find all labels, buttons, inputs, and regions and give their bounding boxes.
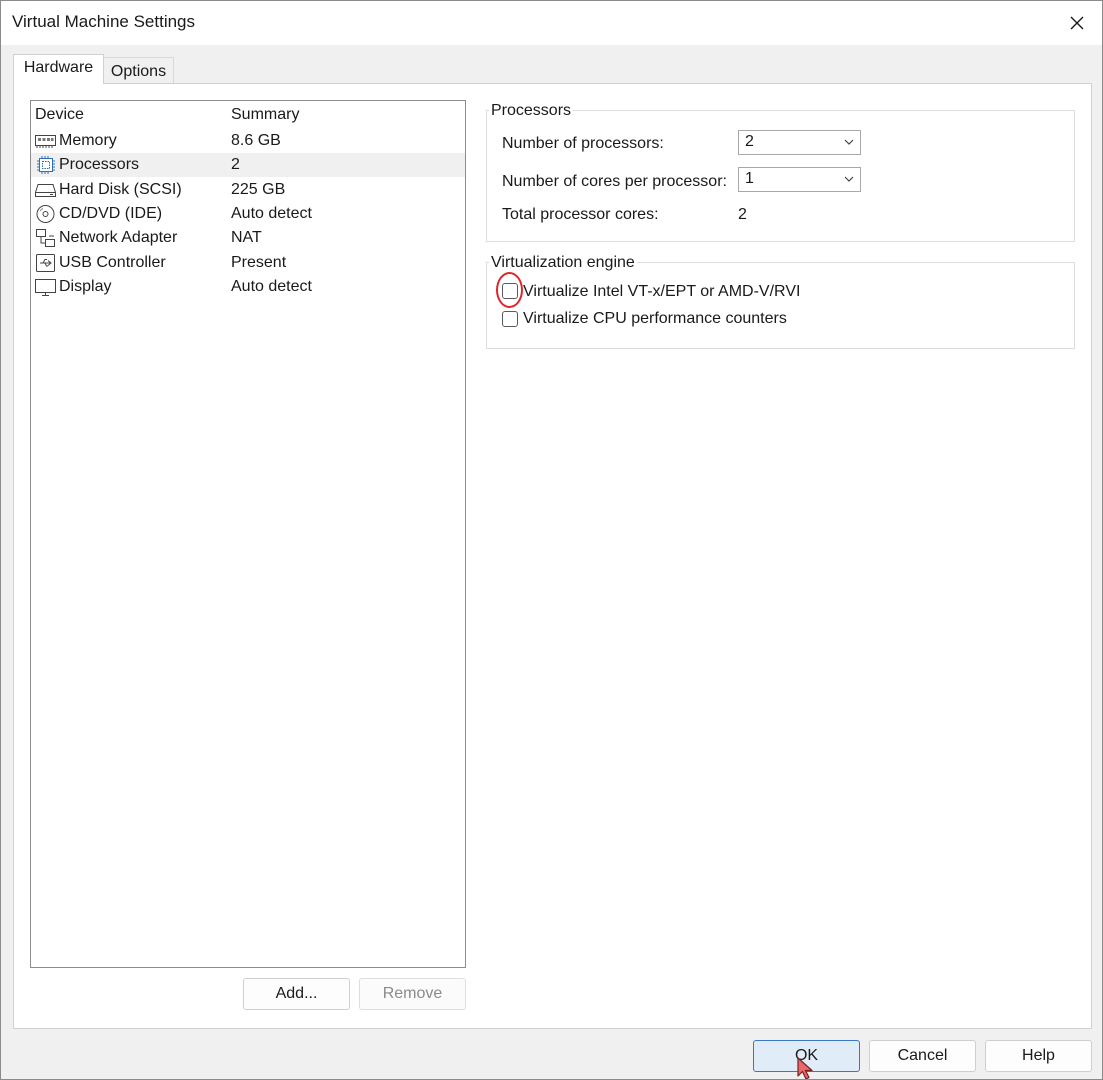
cores-per-processor-label: Number of cores per processor: xyxy=(502,173,727,190)
device-name: Display xyxy=(59,278,112,295)
hard-disk-icon xyxy=(35,184,56,197)
device-name: CD/DVD (IDE) xyxy=(59,205,163,222)
vtx-checkbox-label[interactable]: Virtualize Intel VT-x/EPT or AMD-V/RVI xyxy=(523,283,800,301)
chevron-down-icon xyxy=(844,176,854,182)
processors-group-title: Processors xyxy=(489,102,574,120)
tab-options[interactable]: Options xyxy=(104,57,174,84)
help-button[interactable]: Help xyxy=(985,1040,1092,1072)
device-name: Memory xyxy=(59,132,117,149)
memory-icon xyxy=(35,135,56,148)
total-cores-value: 2 xyxy=(738,206,747,223)
cores-per-processor-select[interactable]: 1 xyxy=(738,167,861,192)
annotation-highlight-circle xyxy=(496,272,523,308)
network-adapter-icon xyxy=(36,229,55,247)
window-title: Virtual Machine Settings xyxy=(12,12,196,31)
add-device-button[interactable]: Add... xyxy=(243,978,350,1010)
device-summary: NAT xyxy=(231,229,262,246)
total-cores-label: Total processor cores: xyxy=(502,206,659,223)
display-icon xyxy=(35,279,56,296)
num-processors-select[interactable]: 2 xyxy=(738,130,861,155)
device-row-usb-controller[interactable]: USB Controller Present xyxy=(31,251,465,275)
device-list[interactable]: Device Summary Memory 8.6 GB Processors xyxy=(30,100,466,968)
device-summary: 8.6 GB xyxy=(231,132,281,149)
device-name: Processors xyxy=(59,156,140,173)
mouse-cursor-icon xyxy=(797,1057,813,1079)
device-row-network-adapter[interactable]: Network Adapter NAT xyxy=(31,226,465,250)
cancel-button[interactable]: Cancel xyxy=(869,1040,976,1072)
device-row-hard-disk[interactable]: Hard Disk (SCSI) 225 GB xyxy=(31,178,465,202)
num-processors-label: Number of processors: xyxy=(502,135,664,152)
device-summary: 225 GB xyxy=(231,181,286,198)
summary-column-header[interactable]: Summary xyxy=(231,106,299,124)
title-bar: Virtual Machine Settings xyxy=(1,1,1102,45)
device-column-header[interactable]: Device xyxy=(35,106,84,124)
tab-hardware[interactable]: Hardware xyxy=(13,54,104,84)
device-row-display[interactable]: Display Auto detect xyxy=(31,275,465,299)
device-summary: Auto detect xyxy=(231,278,312,295)
device-summary: Auto detect xyxy=(231,205,312,222)
close-icon xyxy=(1070,16,1084,30)
device-name: Hard Disk (SCSI) xyxy=(59,181,182,198)
cpu-perf-counters-checkbox[interactable] xyxy=(502,311,518,327)
virtualization-engine-group-title: Virtualization engine xyxy=(489,254,637,272)
device-summary: 2 xyxy=(231,156,240,173)
close-button[interactable] xyxy=(1060,7,1094,39)
chevron-down-icon xyxy=(844,139,854,145)
device-name: USB Controller xyxy=(59,254,166,271)
cpu-perf-counters-label[interactable]: Virtualize CPU performance counters xyxy=(523,310,787,328)
device-row-memory[interactable]: Memory 8.6 GB xyxy=(31,129,465,153)
device-name: Network Adapter xyxy=(59,229,178,246)
remove-device-button[interactable]: Remove xyxy=(359,978,466,1010)
cores-per-processor-value: 1 xyxy=(745,170,754,187)
device-row-cd-dvd[interactable]: CD/DVD (IDE) Auto detect xyxy=(31,202,465,226)
cd-dvd-icon xyxy=(36,205,55,223)
usb-icon xyxy=(36,254,55,272)
device-row-processors[interactable]: Processors 2 xyxy=(31,153,465,177)
num-processors-value: 2 xyxy=(745,133,754,150)
vm-settings-dialog: Virtual Machine Settings Hardware Option… xyxy=(0,0,1103,1080)
device-summary: Present xyxy=(231,254,287,271)
virtualization-engine-group xyxy=(486,262,1075,349)
processor-icon xyxy=(37,156,55,174)
